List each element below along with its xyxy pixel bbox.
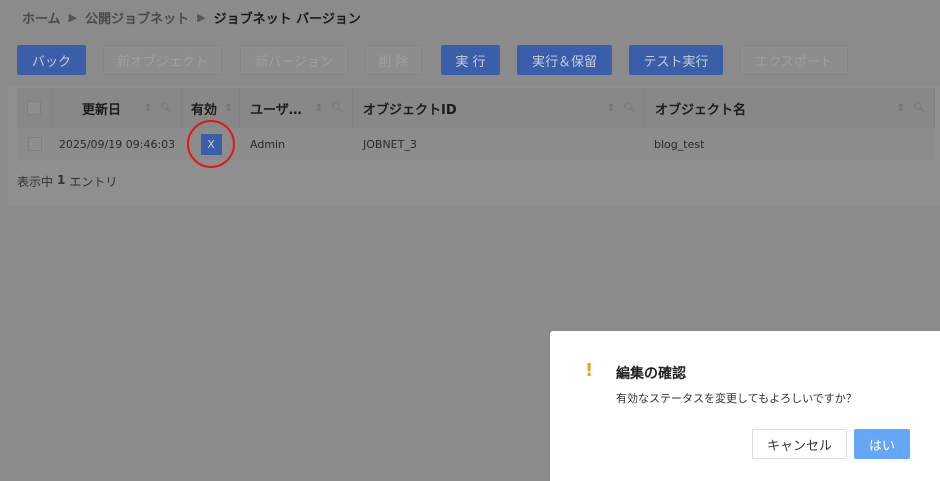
row-select bbox=[17, 128, 52, 160]
breadcrumb-current: ジョブネット バージョン bbox=[213, 12, 361, 27]
entry-count: 表示中 1 エントリ bbox=[17, 173, 118, 189]
chevron-right-icon: ▶ bbox=[68, 11, 78, 24]
dialog-message: 有効なステータスを変更してもよろしいですか？ bbox=[616, 392, 857, 405]
cell-updated: 2025/09/19 09:46:03 bbox=[52, 128, 182, 160]
select-all-checkbox[interactable] bbox=[27, 101, 41, 115]
test-run-button[interactable]: テスト実行 bbox=[629, 45, 723, 75]
cell-object-id: JOBNET_3 bbox=[353, 128, 645, 160]
chevron-right-icon: ▶ bbox=[197, 11, 206, 24]
highlight-circle bbox=[187, 120, 235, 168]
search-icon[interactable]: 🔍︎ bbox=[331, 103, 344, 114]
breadcrumb: ホーム ▶ 公開ジョブネット ▶ ジョブネット バージョン bbox=[22, 8, 361, 27]
run-button[interactable]: 実 行 bbox=[441, 45, 500, 75]
breadcrumb-home[interactable]: ホーム bbox=[22, 8, 61, 27]
cell-object-name: blog_test bbox=[645, 128, 935, 160]
delete-button[interactable]: 削 除 bbox=[365, 45, 422, 75]
export-button[interactable]: エクスポート bbox=[740, 45, 848, 75]
cell-user: Admin bbox=[240, 128, 353, 160]
cancel-button[interactable]: キャンセル bbox=[752, 429, 847, 459]
dialog-title: 編集の確認 bbox=[616, 366, 686, 382]
run-hold-button[interactable]: 実行＆保留 bbox=[517, 45, 612, 75]
warning-icon: ! bbox=[585, 360, 594, 381]
sort-icon[interactable]: ⇕ bbox=[607, 103, 615, 114]
new-version-button[interactable]: 新バージョン bbox=[240, 45, 348, 75]
header-updated[interactable]: 更新日 ⇕ 🔍︎ bbox=[52, 88, 182, 128]
search-icon[interactable]: 🔍︎ bbox=[623, 103, 636, 114]
search-icon[interactable]: 🔍︎ bbox=[913, 103, 926, 114]
sort-icon[interactable]: ⇕ bbox=[144, 103, 152, 114]
header-object-name[interactable]: オブジェクト名 ⇕ 🔍︎ bbox=[645, 88, 935, 128]
confirm-dialog: ! 編集の確認 有効なステータスを変更してもよろしいですか？ キャンセル はい bbox=[550, 331, 940, 481]
search-icon[interactable]: 🔍︎ bbox=[160, 103, 173, 114]
header-user[interactable]: ユーザ… ⇕ 🔍︎ bbox=[240, 88, 353, 128]
back-button[interactable]: バック bbox=[17, 45, 86, 75]
sort-icon[interactable]: ⇕ bbox=[897, 103, 905, 114]
new-object-button[interactable]: 新オブジェクト bbox=[103, 45, 222, 75]
header-object-id[interactable]: オブジェクトID ⇕ 🔍︎ bbox=[353, 88, 645, 128]
ok-button[interactable]: はい bbox=[854, 429, 910, 459]
row-checkbox[interactable] bbox=[27, 137, 42, 151]
breadcrumb-public-jobnet[interactable]: 公開ジョブネット bbox=[85, 8, 189, 27]
sort-icon[interactable]: ⇕ bbox=[315, 103, 323, 114]
sort-icon[interactable]: ⇕ bbox=[225, 103, 233, 114]
header-select-all bbox=[17, 88, 52, 128]
